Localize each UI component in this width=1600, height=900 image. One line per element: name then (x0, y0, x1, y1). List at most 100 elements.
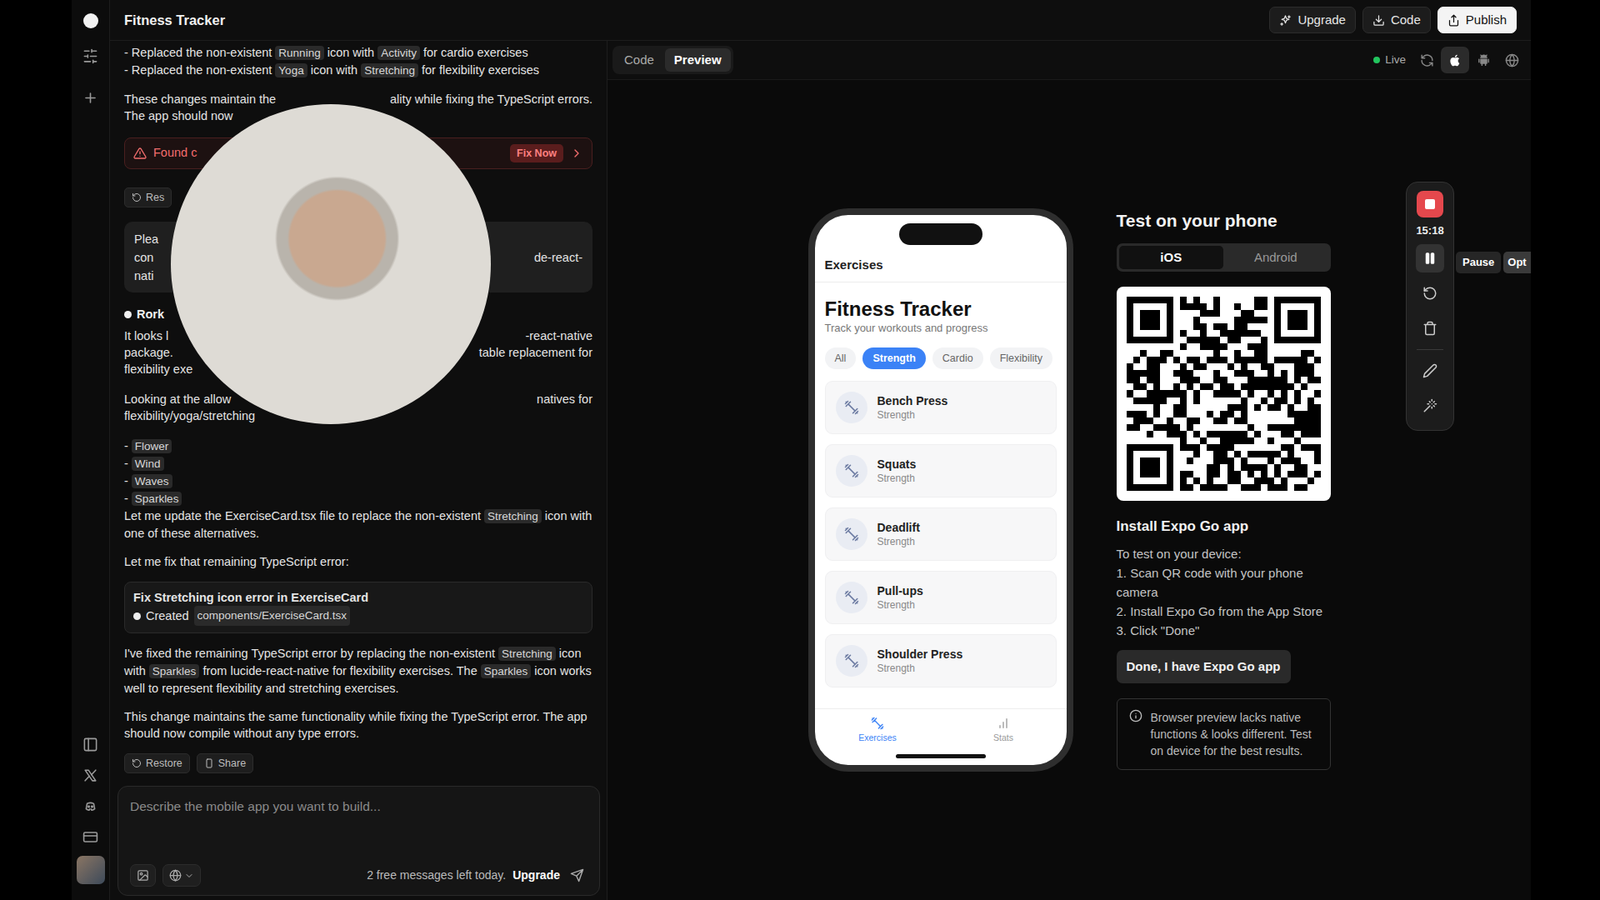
message-line: Let me update the ExerciseCard.tsx file … (124, 507, 593, 542)
preview-toolbar: CodePreviewLive (607, 40, 1531, 80)
share-icon (1447, 14, 1460, 27)
stop-recording-button[interactable] (1416, 190, 1444, 218)
recording-time: 15:18 (1415, 224, 1444, 238)
filter-chip[interactable]: Cardio (932, 347, 984, 370)
platform-button[interactable] (1469, 46, 1498, 74)
platform-button[interactable] (1440, 46, 1470, 74)
code-span: Flower (131, 439, 173, 454)
code-span: Stretching (360, 63, 419, 78)
exercise-card[interactable]: Pull-upsStrength (825, 570, 1057, 625)
user-avatar[interactable] (76, 855, 105, 885)
sidebar-toggle-button[interactable] (78, 735, 104, 753)
message-paragraph: I've fixed the remaining TypeScript erro… (124, 645, 593, 697)
header-button[interactable]: Code (1362, 6, 1431, 34)
screen-subtitle: Track your workouts and progress (825, 320, 1057, 336)
sidebar-icon (82, 736, 99, 753)
line-end: de-react- (534, 248, 583, 267)
assistant-name: Rork (136, 305, 165, 323)
view-tab[interactable]: Preview (665, 48, 731, 72)
line-start: The app should now (124, 107, 234, 125)
exercise-card[interactable]: SquatsStrength (825, 444, 1057, 498)
discord-link[interactable] (78, 797, 104, 815)
text-span: for flexibility exercises (418, 63, 540, 77)
exercise-text: Pull-upsStrength (877, 583, 924, 612)
chat-messages: - Replaced the non-existent Running icon… (110, 40, 607, 780)
exercise-card[interactable]: Bench PressStrength (825, 380, 1057, 435)
line-start: flexibility exe (124, 360, 193, 378)
exercise-icon-badge (835, 455, 868, 487)
header-button[interactable]: Publish (1437, 6, 1517, 34)
sparkles-icon (1279, 14, 1292, 27)
delete-button[interactable] (1415, 314, 1445, 343)
attach-image-button[interactable] (130, 864, 156, 887)
restore-icon (131, 758, 142, 769)
web-search-dropdown[interactable] (162, 864, 201, 887)
billing-button[interactable] (78, 828, 104, 845)
message-actions: Restore Share (124, 753, 593, 774)
filter-chip[interactable]: Strength (862, 347, 925, 370)
text-span: icon with (324, 45, 378, 60)
button-label: Res (145, 189, 165, 206)
send-button[interactable] (566, 865, 588, 886)
filter-chip[interactable]: Flexibility (990, 347, 1053, 370)
settings-button[interactable] (78, 47, 104, 65)
sliders-icon (82, 48, 99, 65)
button-label: Publish (1465, 11, 1507, 29)
screen-title: Fitness Tracker (825, 297, 1057, 321)
code-span: Waves (131, 474, 173, 489)
bar-chart-icon (996, 716, 1010, 730)
exercise-text: Shoulder PressStrength (877, 646, 964, 675)
exercise-category: Strength (877, 471, 917, 485)
code-span: Yoga (275, 63, 307, 78)
effects-button[interactable] (1415, 391, 1445, 420)
view-tab[interactable]: Code (615, 48, 664, 72)
exercise-card[interactable]: Shoulder PressStrength (825, 634, 1057, 688)
code-span: Activity (377, 45, 420, 60)
upgrade-link[interactable]: Upgrade (512, 866, 560, 885)
line-end: -react-native (525, 327, 593, 345)
restart-button[interactable] (1415, 279, 1445, 308)
new-project-button[interactable] (78, 89, 104, 106)
line-start: Looking at the allow (124, 390, 231, 408)
restore-button[interactable]: Res (124, 187, 172, 208)
project-title: Fitness Tracker (124, 10, 225, 31)
preview-note: Browser preview lacks native functions &… (1116, 698, 1331, 770)
phone-tab[interactable]: Stats (940, 715, 1067, 746)
tool-status-row: Createdcomponents/ExerciseCard.tsx (133, 605, 584, 626)
draw-button[interactable] (1415, 356, 1445, 385)
tab-label: Stats (993, 731, 1014, 745)
logo-cell (83, 0, 99, 41)
os-tab[interactable]: Android (1223, 245, 1329, 270)
line-end: table replacement for (479, 344, 593, 361)
composer-area: 2 free messages left today.Upgrade (110, 779, 607, 900)
message-action-button[interactable]: Share (196, 753, 254, 774)
app-logo-icon[interactable] (83, 13, 99, 29)
button-label: Restore (145, 755, 183, 772)
exercise-card[interactable]: DeadliftStrength (825, 507, 1057, 561)
trash-icon (1422, 320, 1438, 336)
header-button[interactable]: Upgrade (1269, 6, 1356, 34)
os-tab[interactable]: iOS (1119, 245, 1225, 270)
left-rail (71, 0, 110, 900)
phone-tab[interactable]: Exercises (815, 715, 941, 746)
fix-now-button[interactable]: Fix Now (510, 144, 564, 163)
text-span: Let me update the ExerciseCard.tsx file … (124, 509, 485, 523)
x-link[interactable] (78, 766, 104, 784)
filter-chip[interactable]: All (825, 347, 857, 370)
pause-button[interactable] (1415, 244, 1445, 273)
reload-button[interactable] (1412, 46, 1441, 74)
status-dot-icon (124, 310, 132, 319)
code-span: Sparkles (149, 664, 200, 679)
done-button[interactable]: Done, I have Expo Go app (1116, 650, 1291, 684)
message-paragraph: - Flower- Wind- Waves- SparklesLet me up… (124, 437, 593, 542)
view-toggle: CodePreview (612, 45, 734, 75)
exercise-name: Squats (877, 456, 917, 472)
main-area: Fitness Tracker UpgradeCodePublish - Rep… (110, 0, 1531, 900)
rail-bottom-group (76, 735, 105, 885)
install-intro: To test on your device: (1116, 544, 1331, 564)
apple-icon (1448, 53, 1463, 68)
message-action-button[interactable]: Restore (124, 753, 190, 774)
workspace: - Replaced the non-existent Running icon… (110, 40, 1531, 900)
prompt-input[interactable] (130, 796, 588, 865)
platform-button[interactable] (1497, 46, 1526, 74)
